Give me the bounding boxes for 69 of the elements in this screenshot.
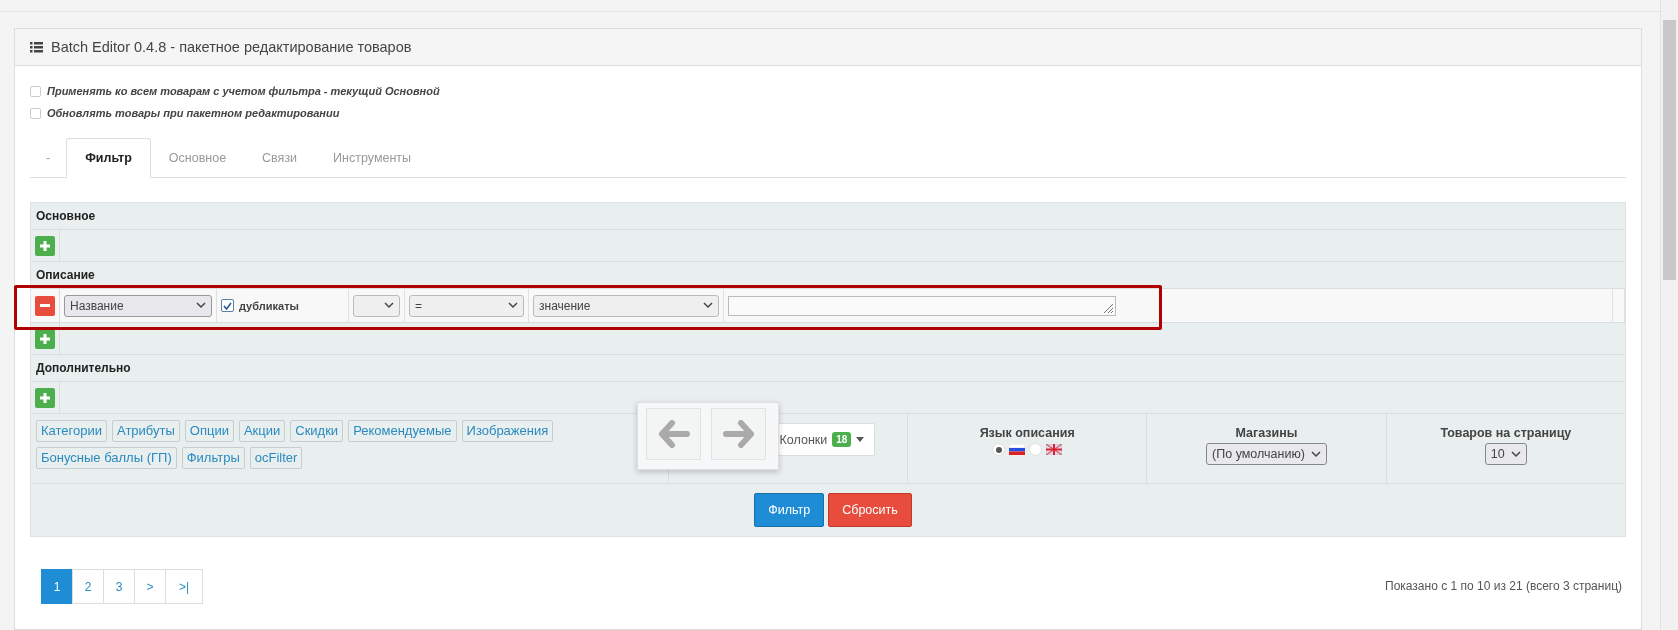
field-select[interactable]: Название: [64, 294, 212, 317]
uk-flag-icon: [1046, 444, 1063, 455]
tab[interactable]: Инструменты: [315, 138, 430, 177]
checkbox-label: дубликаты: [239, 299, 299, 312]
page-link[interactable]: 1: [41, 569, 73, 604]
filter-button[interactable]: Фильтр: [754, 493, 825, 527]
filter-tag[interactable]: Рекомендуемые: [348, 420, 457, 442]
filter-tag[interactable]: Бонусные баллы (ГП): [36, 447, 177, 469]
back-button[interactable]: [646, 408, 701, 460]
filter-tag[interactable]: Опции: [184, 420, 234, 442]
value-field[interactable]: [728, 295, 1116, 316]
checkbox[interactable]: [30, 107, 41, 119]
pagination-summary: Показано с 1 по 10 из 21 (всего 3 страниц): [1385, 579, 1622, 593]
page-link[interactable]: 2: [72, 569, 104, 604]
option-heading: Язык описания: [979, 426, 1075, 440]
operator-select[interactable]: =: [409, 294, 524, 317]
section-title: Дополнительно: [36, 361, 131, 375]
chevron-down-icon: [384, 302, 394, 309]
page-link[interactable]: >: [134, 569, 166, 604]
plus-icon: [40, 333, 50, 344]
page-link[interactable]: >|: [165, 569, 203, 604]
tab[interactable]: Основное: [150, 138, 245, 177]
tab[interactable]: Фильтр: [66, 138, 151, 178]
count-badge: 18: [832, 432, 852, 447]
filter-tag[interactable]: ocFilter: [249, 447, 303, 469]
section-title: Описание: [36, 268, 95, 282]
add-button[interactable]: [35, 328, 55, 349]
minus-icon: [40, 304, 50, 307]
radio-button[interactable]: [992, 443, 1006, 456]
list-icon: [30, 41, 43, 53]
resize-handle-icon: [1102, 301, 1114, 314]
checkbox[interactable]: [221, 299, 234, 312]
checkbox[interactable]: [30, 85, 41, 97]
filter-tag[interactable]: Атрибуты: [112, 420, 180, 442]
tab[interactable]: -: [30, 138, 67, 177]
option-label: Обновлять товары при пакетном редактировании: [47, 107, 340, 119]
russia-flag-icon: [1009, 444, 1026, 455]
section-title: Основное: [36, 209, 96, 223]
option-heading: Товаров на страницу: [1440, 426, 1572, 440]
filter-tag[interactable]: Категории: [36, 420, 107, 442]
filter-tag[interactable]: Фильтры: [181, 447, 245, 469]
select-field[interactable]: [353, 294, 400, 317]
option-label: Применять ко всем товарам с учетом фильтра - текущий Основной: [47, 85, 440, 97]
chevron-down-icon: [508, 302, 518, 309]
plus-icon: [40, 392, 50, 403]
filter-tag[interactable]: Акции: [238, 420, 286, 442]
arrow-left-icon: [657, 420, 690, 448]
filter-tag[interactable]: Скидки: [290, 420, 344, 442]
remove-button[interactable]: [35, 295, 55, 316]
panel-title: Batch Editor 0.4.8 - пакетное редактирование товаров: [51, 39, 412, 55]
tab[interactable]: Связи: [244, 138, 316, 177]
caret-icon: [856, 437, 865, 442]
chevron-down-icon: [703, 302, 713, 309]
chevron-down-icon: [1310, 450, 1321, 458]
plus-icon: [40, 240, 50, 251]
per-page-select[interactable]: 10: [1484, 443, 1527, 465]
chevron-down-icon: [1510, 450, 1521, 458]
filter-tag[interactable]: Изображения: [461, 420, 554, 442]
radio-button[interactable]: [1029, 443, 1043, 456]
checkmark-icon: [223, 301, 232, 310]
arrow-right-icon: [722, 420, 755, 448]
value-mode-select[interactable]: значение: [533, 294, 719, 317]
reset-button[interactable]: Сбросить: [828, 493, 912, 527]
chevron-down-icon: [196, 302, 206, 309]
page-link[interactable]: 3: [103, 569, 135, 604]
scrollbar[interactable]: [1660, 0, 1678, 630]
store-select[interactable]: (По умолчанию): [1206, 443, 1327, 465]
forward-button[interactable]: [711, 408, 766, 460]
option-heading: Магазины: [1235, 426, 1298, 440]
